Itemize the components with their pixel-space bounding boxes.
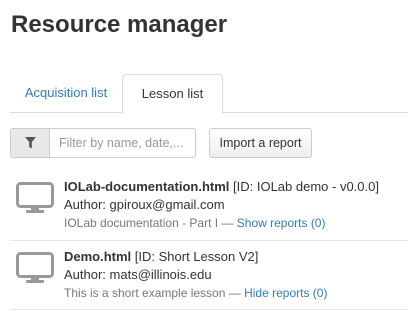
lesson-description-line: This is a short example lesson — Hide re…: [64, 284, 408, 302]
filter-icon: [25, 137, 36, 149]
page-title: Resource manager: [11, 11, 228, 38]
lesson-filename: Demo.html: [64, 249, 132, 264]
monitor-icon: [16, 182, 54, 213]
monitor-icon: [16, 252, 54, 283]
row-divider: [10, 309, 408, 310]
tab-bar: Acquisition list Lesson list: [10, 74, 408, 114]
tab-acquisition-list[interactable]: Acquisition list: [10, 74, 122, 113]
lesson-title: Demo.html [ID: Short Lesson V2]: [64, 248, 408, 266]
lesson-filename: IOLab-documentation.html: [64, 179, 230, 194]
lesson-author: Author: mats@illinois.edu: [64, 267, 212, 282]
filter-button[interactable]: [11, 129, 50, 157]
tab-lesson-list[interactable]: Lesson list: [122, 74, 223, 114]
import-report-button[interactable]: Import a report: [209, 128, 312, 158]
separator: —: [221, 216, 234, 230]
filter-group: [10, 128, 196, 158]
lesson-description: IOLab documentation - Part I: [64, 216, 219, 230]
lesson-author: Author: gpiroux@gmail.com: [64, 197, 225, 212]
separator: —: [228, 286, 241, 300]
filter-input[interactable]: [51, 129, 195, 157]
lesson-title: IOLab-documentation.html [ID: IOLab demo…: [64, 178, 408, 196]
show-reports-link[interactable]: Show reports (0): [237, 216, 326, 230]
lesson-description: This is a short example lesson: [64, 286, 226, 300]
lesson-description-line: IOLab documentation - Part I — Show repo…: [64, 214, 408, 232]
lesson-row: IOLab-documentation.html [ID: IOLab demo…: [10, 170, 408, 238]
lesson-row: Demo.html [ID: Short Lesson V2] Author: …: [10, 240, 408, 308]
lesson-id: [ID: IOLab demo - v0.0.0]: [233, 179, 379, 194]
lesson-id: [ID: Short Lesson V2]: [134, 249, 259, 264]
hide-reports-link[interactable]: Hide reports (0): [244, 286, 327, 300]
